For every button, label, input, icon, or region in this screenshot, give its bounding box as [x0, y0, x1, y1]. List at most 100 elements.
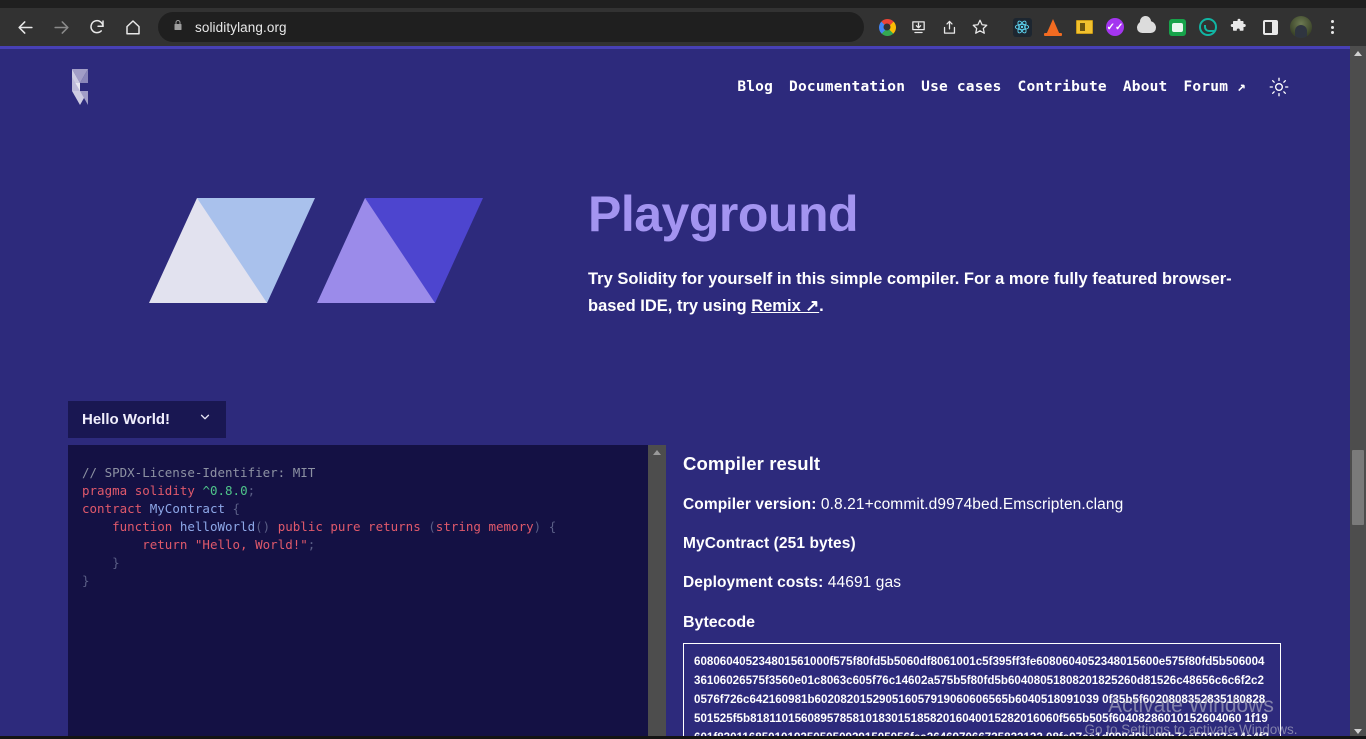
page-title: Playground: [588, 186, 859, 242]
code-token: {: [232, 501, 241, 516]
share-icon[interactable]: [934, 12, 964, 42]
code-token: pragma: [82, 483, 128, 498]
code-line: function helloWorld() public pure return…: [82, 518, 666, 536]
back-icon[interactable]: [8, 10, 42, 44]
cloud-icon[interactable]: [1131, 12, 1161, 42]
deployment-cost-label: Deployment costs:: [683, 574, 828, 591]
page-scrollbar[interactable]: [1350, 46, 1366, 739]
code-token: string: [435, 519, 481, 534]
teal-check-icon[interactable]: [1193, 12, 1223, 42]
google-icon[interactable]: [872, 12, 902, 42]
compiler-result-panel: Compiler result Compiler version: 0.8.21…: [683, 445, 1303, 739]
code-token: solidity: [134, 483, 195, 498]
code-token: }: [82, 573, 90, 588]
code-line: }: [82, 554, 666, 572]
nav-item-use-cases[interactable]: Use cases: [913, 79, 1009, 95]
reload-icon[interactable]: [80, 10, 114, 44]
editor-scrollbar[interactable]: [648, 445, 666, 739]
contract-size-row: MyContract (251 bytes): [683, 535, 856, 552]
code-token: MyContract: [149, 501, 226, 516]
code-line: pragma solidity ^0.8.0;: [82, 482, 666, 500]
nav-item-contribute[interactable]: Contribute: [1010, 79, 1115, 95]
install-app-icon[interactable]: [903, 12, 933, 42]
example-selector-value: Hello World!: [82, 411, 171, 428]
grammarly-icon[interactable]: ✓✓: [1100, 12, 1130, 42]
remix-link[interactable]: Remix ↗: [751, 297, 819, 315]
code-token: helloWorld: [179, 519, 256, 534]
hero-description-part1: Try Solidity for yourself in this simple…: [588, 270, 1232, 315]
code-token: function: [112, 519, 173, 534]
code-token: memory: [488, 519, 534, 534]
sun-icon[interactable]: [1268, 76, 1290, 98]
code-token: ^0.8.0: [202, 483, 248, 498]
compiler-version-label: Compiler version:: [683, 496, 821, 513]
nav-item-about[interactable]: About: [1115, 79, 1176, 95]
react-devtools-icon[interactable]: [1007, 12, 1037, 42]
hero-triangles-art: [149, 198, 485, 303]
side-panel-icon[interactable]: [1255, 12, 1285, 42]
page-scroll-thumb[interactable]: [1352, 450, 1364, 525]
home-icon[interactable]: [116, 10, 150, 44]
deployment-cost-value: 44691 gas: [827, 574, 902, 591]
bytecode-textarea[interactable]: 608060405234801561000f575f80fd5b5060df80…: [683, 643, 1281, 739]
code-line: }: [82, 572, 666, 590]
code-token: }: [82, 555, 120, 570]
lock-icon: [172, 18, 184, 37]
profile-avatar-icon[interactable]: [1286, 12, 1316, 42]
editor-code-content[interactable]: // SPDX-License-Identifier: MIT pragma so…: [68, 445, 666, 590]
page-scroll-up-arrow-icon[interactable]: [1354, 51, 1362, 56]
hero-text-block: Playground Try Solidity for yourself in …: [588, 146, 1288, 320]
code-token: (: [428, 519, 436, 534]
code-token: "Hello, World!": [194, 537, 308, 552]
code-token: {: [548, 519, 557, 534]
code-token: returns: [368, 519, 421, 534]
code-line: return "Hello, World!";: [82, 536, 666, 554]
code-token: contract: [82, 501, 143, 516]
extensions-puzzle-icon[interactable]: [1224, 12, 1254, 42]
compiler-version-row: Compiler version: 0.8.21+commit.d9974bed…: [683, 496, 1303, 514]
address-bar[interactable]: soliditylang.org: [158, 12, 864, 42]
code-editor[interactable]: // SPDX-License-Identifier: MIT pragma so…: [68, 445, 666, 739]
compiler-version-value: 0.8.21+commit.d9974bed.Emscripten.clang: [820, 496, 1124, 513]
code-token: ;: [307, 537, 316, 552]
nav-item-documentation[interactable]: Documentation: [781, 79, 913, 95]
code-token: // SPDX-License-Identifier: MIT: [82, 465, 316, 480]
example-selector[interactable]: Hello World!: [68, 401, 226, 438]
solidity-logo[interactable]: [60, 59, 100, 115]
traffic-cone-icon[interactable]: [1038, 12, 1068, 42]
scroll-up-arrow-icon[interactable]: [653, 450, 661, 455]
nav-item-forum[interactable]: Forum ↗: [1175, 79, 1254, 95]
chrome-menu-icon[interactable]: [1317, 12, 1347, 42]
toolbar-icons: ✓✓: [872, 12, 1347, 42]
browser-tabstrip: [0, 0, 1366, 8]
site-navigation: Blog Documentation Use cases Contribute …: [729, 76, 1290, 98]
wallet-icon[interactable]: [1069, 12, 1099, 42]
site-header: Blog Documentation Use cases Contribute …: [0, 49, 1350, 124]
bytecode-heading: Bytecode: [683, 614, 756, 631]
page-scroll-down-arrow-icon[interactable]: [1354, 729, 1362, 734]
code-token: pure: [330, 519, 361, 534]
browser-toolbar: soliditylang.org ✓✓: [0, 8, 1366, 46]
code-token: ;: [247, 483, 256, 498]
deployment-cost-row: Deployment costs: 44691 gas: [683, 574, 1303, 592]
notes-icon[interactable]: [1162, 12, 1192, 42]
hero-description-part2: .: [819, 297, 824, 315]
bookmark-star-icon[interactable]: [965, 12, 995, 42]
code-token: (): [255, 519, 271, 534]
nav-item-blog[interactable]: Blog: [729, 79, 781, 95]
chevron-down-icon: [198, 410, 212, 429]
code-token: return: [142, 537, 188, 552]
forward-icon[interactable]: [44, 10, 78, 44]
compiler-result-heading: Compiler result: [683, 453, 821, 474]
navigation-buttons: [0, 10, 150, 44]
hero-description: Try Solidity for yourself in this simple…: [588, 266, 1238, 320]
page-viewport: Blog Documentation Use cases Contribute …: [0, 46, 1350, 739]
